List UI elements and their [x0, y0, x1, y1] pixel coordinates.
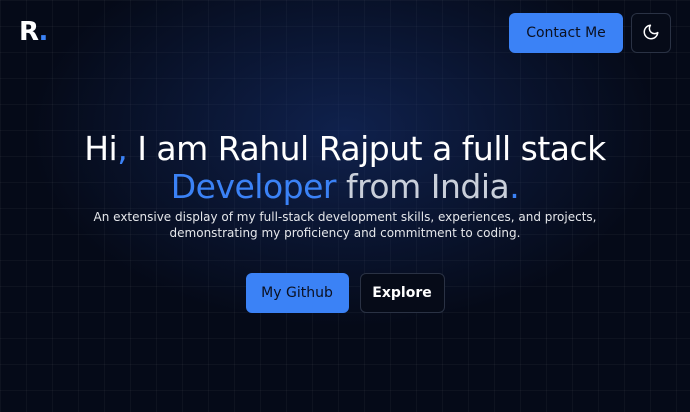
hero-section: Hi, I am Rahul Rajput a full stack Devel…: [0, 130, 690, 241]
hero-actions: My Github Explore: [0, 273, 690, 313]
headline-period: .: [509, 167, 520, 206]
explore-button[interactable]: Explore: [359, 273, 445, 313]
hero-headline: Hi, I am Rahul Rajput a full stack Devel…: [0, 130, 690, 206]
moon-icon: [642, 23, 660, 44]
contact-me-button[interactable]: Contact Me: [509, 13, 623, 53]
headline-text: from India: [335, 167, 510, 206]
github-button[interactable]: My Github: [245, 273, 349, 313]
theme-toggle-button[interactable]: [631, 13, 671, 53]
hero-subtitle: An extensive display of my full-stack de…: [93, 210, 597, 240]
headline-text: I am Rahul Rajput a full stack: [127, 129, 606, 168]
logo-dot: .: [38, 17, 49, 47]
headline-comma: ,: [117, 129, 128, 168]
logo[interactable]: R.: [19, 17, 49, 47]
headline-highlight: Developer: [170, 167, 337, 206]
headline-text: Hi: [84, 129, 118, 168]
logo-letter: R: [19, 17, 39, 47]
